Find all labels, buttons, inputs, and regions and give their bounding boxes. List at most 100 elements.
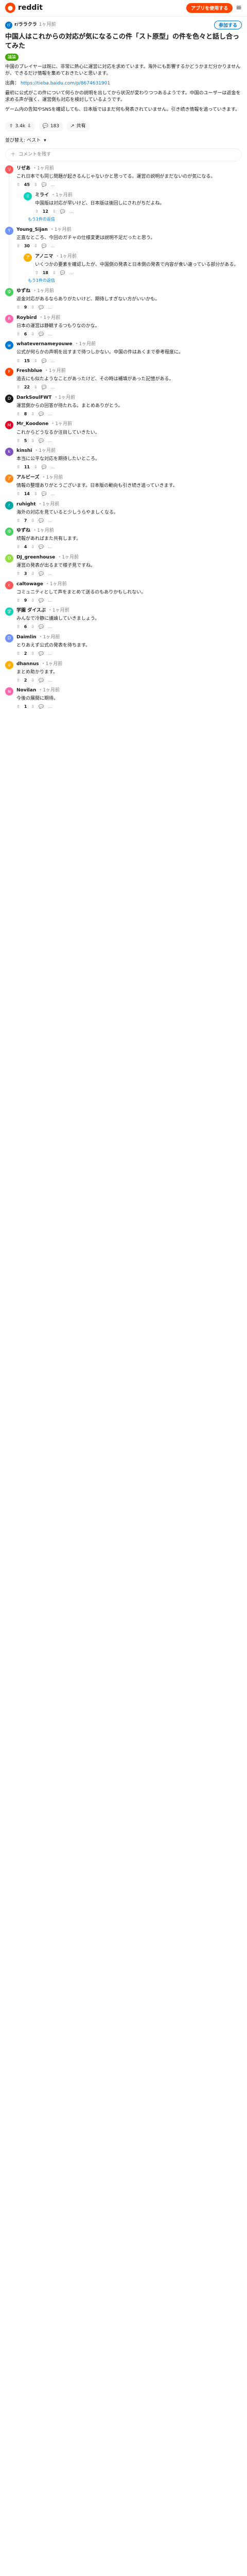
downvote-icon[interactable]: ⇩ (31, 704, 34, 710)
reply-icon[interactable]: 💬 (42, 464, 47, 470)
avatar[interactable]: c (5, 581, 13, 589)
more-options-icon[interactable]: … (48, 438, 52, 444)
avatar[interactable]: D (5, 394, 13, 403)
avatar[interactable]: F (5, 368, 13, 377)
more-replies-link[interactable]: もう1件の返信 (28, 216, 242, 223)
comment-author[interactable]: dhannus (16, 661, 39, 668)
downvote-icon[interactable]: ⇩ (31, 598, 34, 604)
reply-icon[interactable]: 💬 (39, 677, 44, 684)
upvote-icon[interactable]: ⇧ (16, 438, 20, 444)
more-options-icon[interactable]: … (51, 243, 55, 249)
avatar[interactable]: ミ (24, 192, 32, 200)
downvote-icon[interactable]: ⇩ (31, 544, 34, 550)
more-options-icon[interactable]: … (48, 677, 52, 684)
more-options-icon[interactable]: … (48, 331, 52, 337)
post-flair[interactable]: 議論 (5, 54, 19, 61)
avatar[interactable]: r (5, 501, 13, 510)
upvote-icon[interactable]: ⇧ (9, 123, 13, 130)
join-button[interactable]: 参加する (214, 21, 242, 29)
avatar[interactable]: w (5, 341, 13, 350)
more-options-icon[interactable]: … (51, 358, 55, 364)
more-options-icon[interactable]: … (51, 182, 55, 188)
reply-icon[interactable]: 💬 (39, 598, 44, 604)
source-link[interactable]: https://tieba.baidu.com/p/8674631901 (21, 81, 110, 86)
more-options-icon[interactable]: … (48, 411, 52, 417)
upvote-icon[interactable]: ⇧ (16, 304, 20, 311)
upvote-icon[interactable]: ⇧ (16, 358, 20, 364)
comment-author[interactable]: Daimlin (16, 634, 37, 641)
downvote-icon[interactable]: ⇩ (31, 411, 34, 417)
reply-icon[interactable]: 💬 (39, 544, 44, 550)
comment-author[interactable]: リゼあ (16, 165, 30, 172)
reddit-logo[interactable]: ● reddit (5, 3, 43, 13)
downvote-icon[interactable]: ⇩ (31, 677, 34, 684)
more-options-icon[interactable]: … (48, 598, 52, 604)
avatar[interactable]: M (5, 421, 13, 430)
upvote-icon[interactable]: ⇧ (35, 209, 39, 215)
upvote-icon[interactable]: ⇧ (16, 411, 20, 417)
more-options-icon[interactable]: … (48, 571, 52, 577)
avatar[interactable]: ゆ (5, 288, 13, 297)
reply-icon[interactable]: 💬 (42, 182, 47, 188)
vote-pill[interactable]: ⇧ 3.4k ⇩ (5, 121, 36, 132)
add-comment-input[interactable]: ＋ コメントを残す (5, 148, 242, 162)
reply-icon[interactable]: 💬 (42, 491, 47, 497)
more-replies-link[interactable]: もう1件の返信 (28, 278, 242, 284)
upvote-icon[interactable]: ⇧ (16, 598, 20, 604)
reply-icon[interactable]: 💬 (39, 438, 44, 444)
comment-author[interactable]: Mr_Koodone (16, 421, 48, 428)
upvote-icon[interactable]: ⇧ (16, 331, 20, 337)
reply-icon[interactable]: 💬 (39, 571, 44, 577)
more-options-icon[interactable]: … (48, 518, 52, 524)
upvote-icon[interactable]: ⇧ (16, 491, 20, 497)
comment-author[interactable]: Novilan (16, 687, 36, 694)
downvote-icon[interactable]: ⇩ (34, 182, 38, 188)
comments-pill[interactable]: 💬 183 (38, 121, 64, 132)
downvote-icon[interactable]: ⇩ (31, 331, 34, 337)
upvote-icon[interactable]: ⇧ (16, 677, 20, 684)
downvote-icon[interactable]: ⇩ (31, 651, 34, 657)
subreddit-name[interactable]: r/ララクラ (14, 22, 37, 28)
upvote-icon[interactable]: ⇧ (16, 518, 20, 524)
avatar[interactable]: 学 (5, 607, 13, 616)
upvote-icon[interactable]: ⇧ (16, 651, 20, 657)
more-options-icon[interactable]: … (48, 544, 52, 550)
downvote-icon[interactable]: ⇩ (31, 571, 34, 577)
upvote-icon[interactable]: ⇧ (16, 571, 20, 577)
comment-author[interactable]: ミライ (35, 192, 49, 199)
upvote-icon[interactable]: ⇧ (16, 704, 20, 710)
upvote-icon[interactable]: ⇧ (16, 384, 20, 391)
more-options-icon[interactable]: … (48, 624, 52, 630)
downvote-icon[interactable]: ⇩ (34, 358, 38, 364)
upvote-icon[interactable]: ⇧ (16, 243, 20, 249)
more-options-icon[interactable]: … (69, 270, 74, 276)
comment-author[interactable]: ゆずね (16, 288, 30, 295)
comment-author[interactable]: 学園 ダイスぶ (16, 607, 46, 614)
reply-icon[interactable]: 💬 (39, 304, 44, 311)
upvote-icon[interactable]: ⇧ (35, 270, 39, 276)
avatar[interactable]: N (5, 687, 13, 696)
reply-icon[interactable]: 💬 (39, 651, 44, 657)
downvote-icon[interactable]: ⇩ (52, 270, 56, 276)
upvote-icon[interactable]: ⇧ (16, 624, 20, 630)
avatar[interactable]: R (5, 314, 13, 323)
avatar[interactable]: k (5, 448, 13, 456)
reply-icon[interactable]: 💬 (39, 331, 44, 337)
reply-icon[interactable]: 💬 (39, 518, 44, 524)
more-options-icon[interactable]: … (69, 209, 74, 215)
comment-author[interactable]: DJ_greenhouse (16, 554, 55, 561)
reply-icon[interactable]: 💬 (42, 243, 47, 249)
upvote-icon[interactable]: ⇧ (16, 544, 20, 550)
sort-row[interactable]: 並び替え: ベスト ▾ (0, 134, 247, 147)
reply-icon[interactable]: 💬 (60, 270, 65, 276)
more-options-icon[interactable]: … (51, 384, 55, 391)
comment-author[interactable]: DarkSoulFWT (16, 395, 51, 401)
downvote-icon[interactable]: ⇩ (31, 438, 34, 444)
comment-author[interactable]: アルビーズ (16, 474, 39, 481)
downvote-icon[interactable]: ⇩ (34, 243, 38, 249)
downvote-icon[interactable]: ⇩ (52, 209, 56, 215)
reply-icon[interactable]: 💬 (39, 411, 44, 417)
comment-author[interactable]: caltowage (16, 581, 43, 588)
comment-author[interactable]: アノニマ (35, 253, 53, 260)
avatar[interactable]: D (5, 634, 13, 642)
